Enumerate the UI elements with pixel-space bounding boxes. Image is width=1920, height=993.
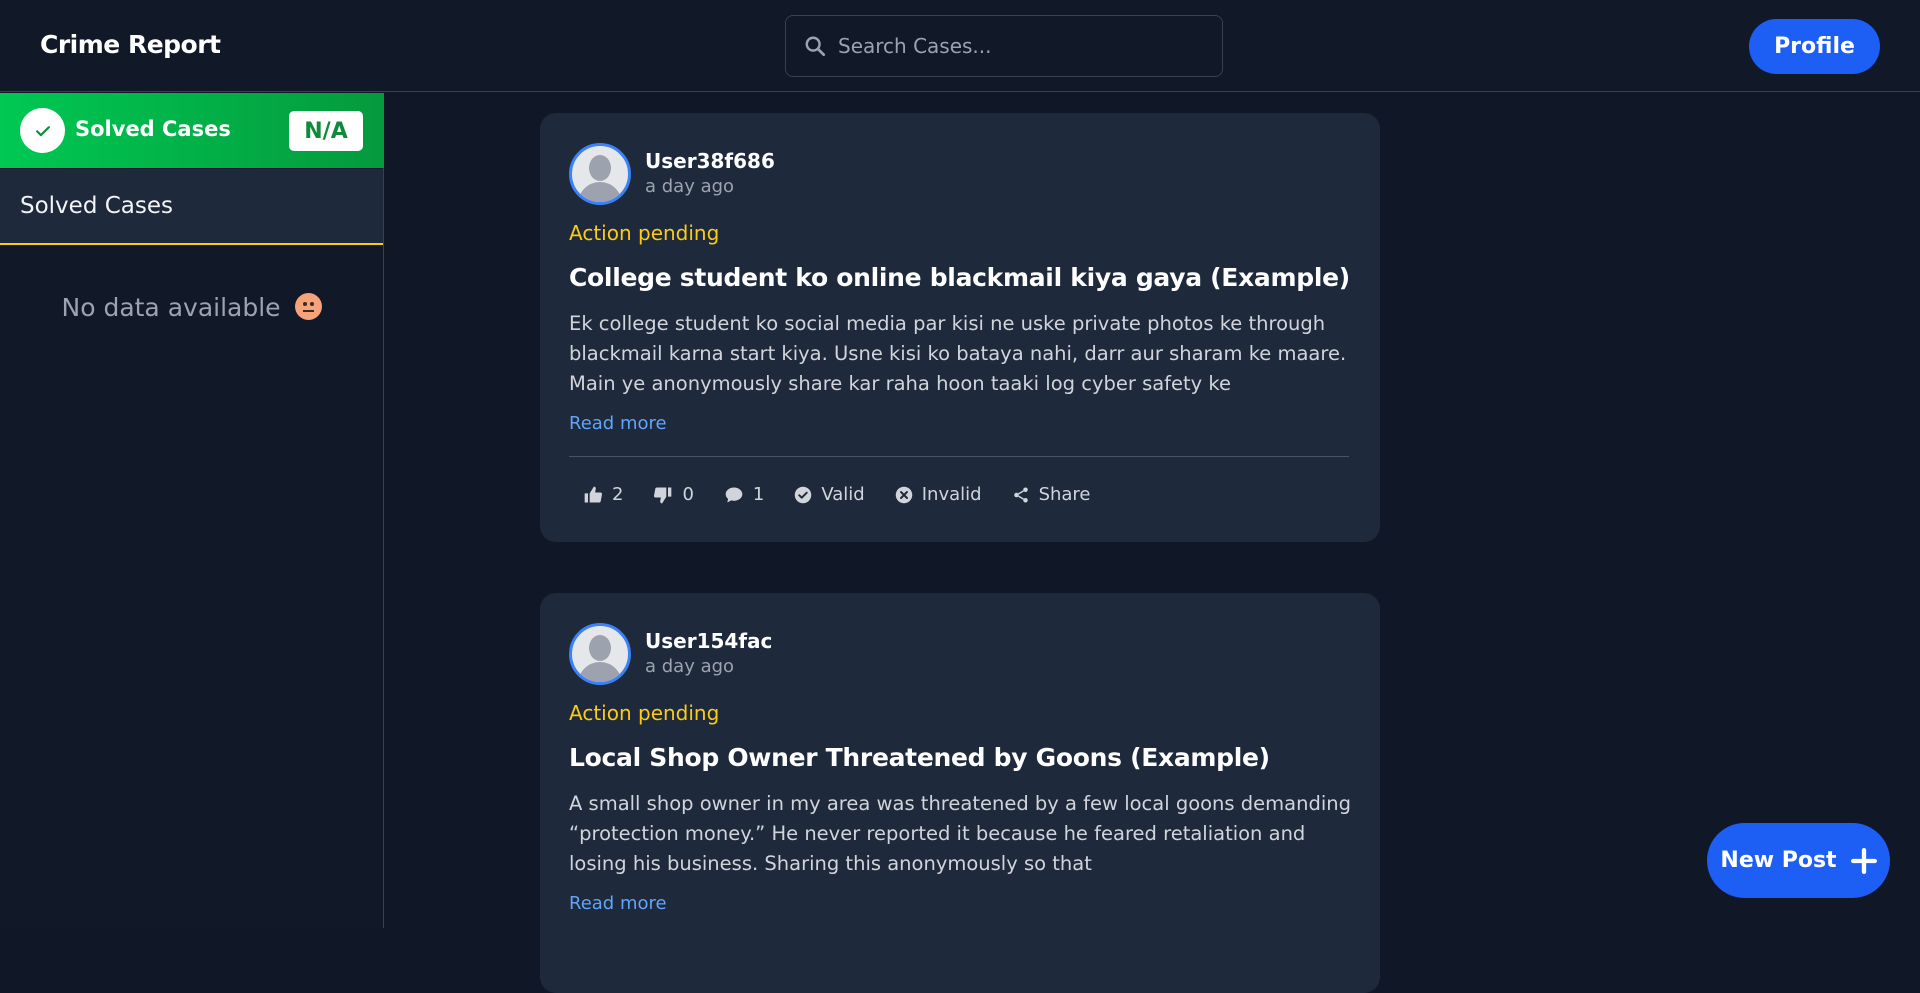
- valid-label: Valid: [821, 484, 865, 505]
- post-title[interactable]: College student ko online blackmail kiya…: [569, 263, 1350, 292]
- profile-button[interactable]: Profile: [1749, 19, 1880, 74]
- neutral-face-emoji-icon: [294, 293, 322, 320]
- post-username[interactable]: User154fac: [645, 629, 772, 653]
- comment-button[interactable]: 1: [724, 484, 764, 505]
- x-circle-icon: [895, 486, 912, 503]
- comment-icon: [725, 487, 743, 502]
- post-timestamp: a day ago: [645, 176, 735, 197]
- status-badge: Action pending: [569, 221, 720, 245]
- thumbs-up-icon: [584, 486, 603, 502]
- post-card: User154fac a day ago Action pending Loca…: [540, 593, 1380, 993]
- invalid-button[interactable]: Invalid: [895, 484, 982, 505]
- share-icon: [1013, 487, 1028, 502]
- plus-icon: [1850, 847, 1877, 874]
- post-actions: 2 0 1 Valid Invalid Share: [583, 484, 1121, 505]
- tab-solved-cases-label: Solved Cases: [20, 193, 174, 219]
- post-username[interactable]: User38f686: [645, 149, 775, 173]
- like-button[interactable]: 2: [583, 484, 623, 505]
- brand-title[interactable]: Crime Report: [40, 30, 221, 59]
- solved-cases-banner[interactable]: Solved Cases N/A: [0, 93, 384, 168]
- search-icon: [805, 36, 826, 57]
- empty-state: No data available: [0, 293, 383, 322]
- comment-count: 1: [752, 484, 765, 505]
- check-circle-icon: [795, 486, 812, 503]
- sidebar: Solved Cases N/A Solved Cases No data av…: [0, 93, 384, 928]
- solved-cases-label: Solved Cases: [75, 117, 231, 141]
- thumbs-down-icon: [654, 487, 672, 503]
- search-box[interactable]: [785, 15, 1223, 77]
- share-button[interactable]: Share: [1012, 484, 1091, 505]
- post-body: Ek college student ko social media par k…: [569, 312, 1347, 395]
- new-post-button[interactable]: New Post: [1707, 823, 1890, 898]
- new-post-label: New Post: [1720, 848, 1837, 873]
- dislike-button[interactable]: 0: [653, 484, 694, 505]
- avatar[interactable]: [569, 623, 631, 685]
- read-more-link[interactable]: Read more: [569, 413, 667, 434]
- tab-solved-cases[interactable]: Solved Cases: [0, 169, 383, 245]
- post-card: User38f686 a day ago Action pending Coll…: [540, 113, 1380, 542]
- like-count: 2: [612, 484, 624, 505]
- post-timestamp: a day ago: [645, 656, 735, 677]
- avatar[interactable]: [569, 143, 631, 205]
- check-circle-icon: [20, 108, 65, 153]
- post-title[interactable]: Local Shop Owner Threatened by Goons (Ex…: [569, 743, 1270, 772]
- read-more-link[interactable]: Read more: [569, 893, 667, 914]
- dislike-count: 0: [682, 484, 694, 505]
- invalid-label: Invalid: [921, 484, 982, 505]
- solved-count-badge: N/A: [289, 111, 363, 151]
- valid-button[interactable]: Valid: [794, 484, 865, 505]
- top-bar: Crime Report Profile: [0, 0, 1920, 92]
- empty-state-text: No data available: [61, 293, 281, 322]
- divider: [569, 456, 1349, 457]
- post-body: A small shop owner in my area was threat…: [569, 792, 1351, 875]
- search-input[interactable]: [838, 34, 1198, 58]
- share-label: Share: [1038, 484, 1091, 505]
- status-badge: Action pending: [569, 701, 720, 725]
